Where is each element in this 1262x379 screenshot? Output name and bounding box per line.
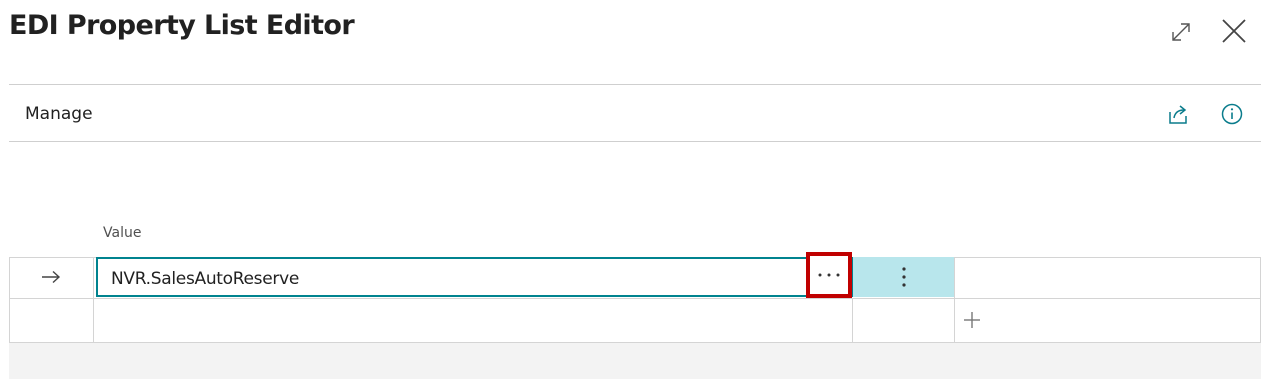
add-row-button[interactable] [959,307,985,333]
share-button[interactable] [1163,99,1193,129]
footer-area [9,343,1261,379]
lookup-button[interactable] [806,252,852,298]
info-button[interactable] [1217,99,1247,129]
grid-line [852,298,853,343]
action-bar: Manage [9,84,1261,142]
grid-line [954,257,955,343]
expand-icon [1172,23,1190,41]
dialog-title: EDI Property List Editor [9,10,355,41]
close-icon [1222,19,1246,43]
ellipsis-horizontal-icon [818,273,840,277]
grid-line [93,257,94,343]
grid-line [1260,257,1261,343]
value-column-header[interactable]: Value [103,225,141,241]
row-menu-button[interactable] [853,257,954,297]
ellipsis-vertical-icon [901,267,906,287]
manage-menu[interactable]: Manage [25,104,93,124]
arrow-right-icon [42,270,61,284]
property-list-grid: NVR.SalesAutoReserve [9,252,1261,343]
expand-button[interactable] [1164,15,1198,49]
plus-icon [964,312,980,328]
share-icon [1169,105,1187,124]
close-button[interactable] [1216,13,1252,49]
info-icon [1221,103,1243,125]
value-field[interactable]: NVR.SalesAutoReserve [96,257,853,297]
row-indicator[interactable] [9,257,93,297]
grid-line [9,298,1261,299]
